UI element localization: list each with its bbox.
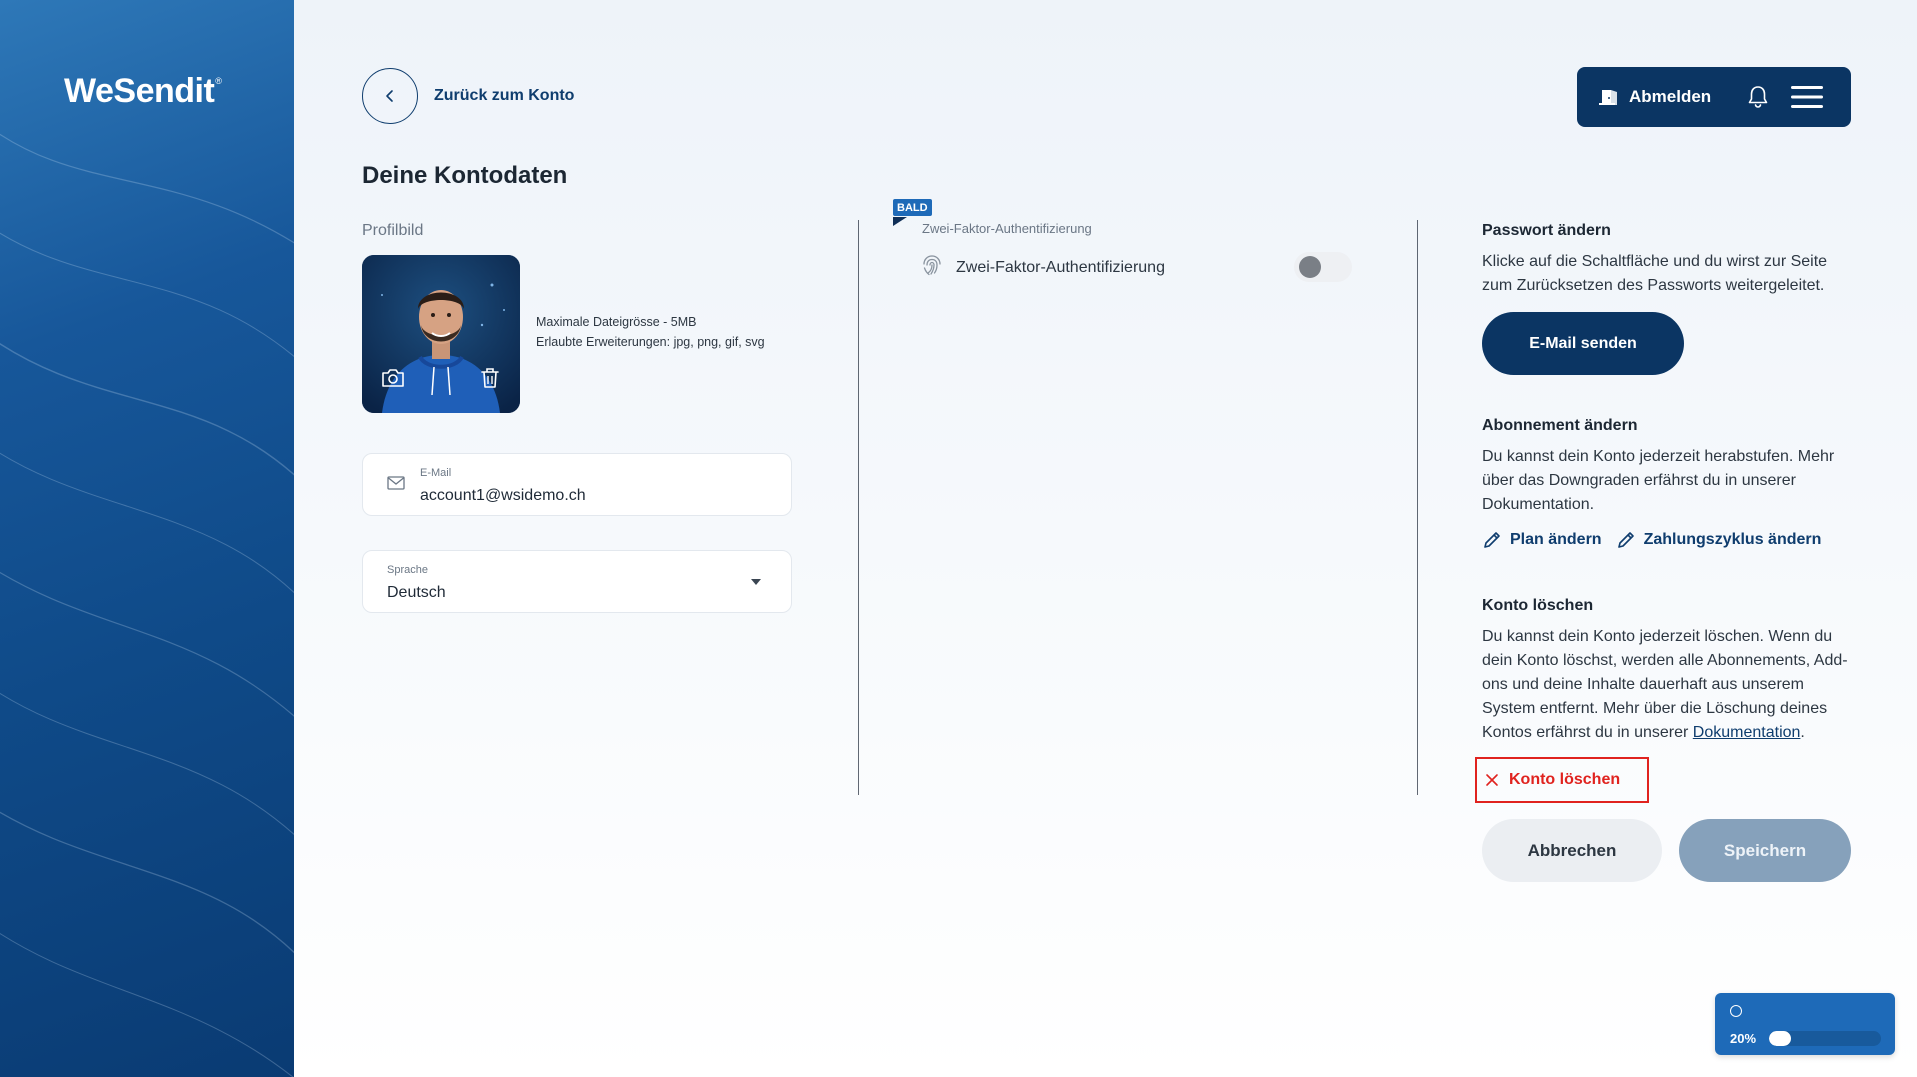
delete-account-label: Konto löschen xyxy=(1509,771,1621,788)
two-factor-label: Zwei-Faktor-Authentifizierung xyxy=(956,258,1165,276)
wave-background xyxy=(0,133,294,1077)
two-factor-row: Zwei-Faktor-Authentifizierung xyxy=(920,253,1165,282)
pencil-icon xyxy=(1617,532,1634,548)
status-circle-icon xyxy=(1730,1005,1742,1017)
column-divider-right xyxy=(1417,220,1418,795)
caret-down-icon xyxy=(751,579,761,585)
upload-progress-widget[interactable]: 20% xyxy=(1715,993,1895,1055)
back-label[interactable]: Zurück zum Konto xyxy=(434,87,574,105)
coming-soon-badge: BALD xyxy=(893,199,932,216)
language-value: Deutsch xyxy=(387,584,446,601)
toggle-knob xyxy=(1299,256,1321,278)
progress-percent: 20% xyxy=(1730,1031,1757,1046)
language-label: Sprache xyxy=(387,564,428,576)
documentation-link[interactable]: Dokumentation xyxy=(1693,724,1801,741)
badge-ribbon-tail xyxy=(893,217,907,226)
cancel-button[interactable]: Abbrechen xyxy=(1482,819,1662,882)
email-field[interactable]: E-Mail account1@wsidemo.ch xyxy=(362,453,792,516)
back-button[interactable] xyxy=(362,68,418,124)
envelope-icon xyxy=(387,476,405,495)
password-title: Passwort ändern xyxy=(1482,222,1611,239)
allowed-extensions: Erlaubte Erweiterungen: jpg, png, gif, s… xyxy=(536,335,765,349)
avatar[interactable] xyxy=(362,255,520,413)
top-action-bar: Abmelden xyxy=(1577,67,1851,127)
delete-account-section: Konto löschen Du kannst dein Konto jeder… xyxy=(1482,597,1854,745)
change-plan-label: Plan ändern xyxy=(1510,531,1602,548)
subscription-title: Abonnement ändern xyxy=(1482,417,1638,434)
subscription-text: Du kannst dein Konto jederzeit herabstuf… xyxy=(1482,448,1835,513)
bell-icon[interactable] xyxy=(1747,85,1769,109)
progress-bar-fill xyxy=(1769,1031,1792,1046)
close-icon xyxy=(1486,774,1498,786)
page-title: Deine Kontodaten xyxy=(362,162,568,189)
subscription-section: Abonnement ändern Du kannst dein Konto j… xyxy=(1482,417,1854,517)
password-text: Klicke auf die Schaltfläche und du wirst… xyxy=(1482,253,1828,294)
progress-bar xyxy=(1769,1031,1881,1046)
camera-icon[interactable] xyxy=(380,367,406,394)
change-billing-cycle-label: Zahlungszyklus ändern xyxy=(1643,531,1822,548)
main-content: Zurück zum Konto Abmelden Deine Kontodat… xyxy=(294,0,1917,1077)
delete-account-button[interactable]: Konto löschen xyxy=(1475,757,1649,803)
sidebar: WeSendit® xyxy=(0,0,294,1077)
max-file-size: Maximale Dateigrösse - 5MB xyxy=(536,315,697,329)
email-value[interactable]: account1@wsidemo.ch xyxy=(420,487,586,505)
column-divider-left xyxy=(858,220,859,795)
profile-picture-label: Profilbild xyxy=(362,222,424,239)
delete-account-text: Du kannst dein Konto jederzeit löschen. … xyxy=(1482,625,1854,745)
trash-icon[interactable] xyxy=(480,367,500,394)
pencil-icon xyxy=(1484,532,1500,548)
change-billing-cycle-link[interactable]: Zahlungszyklus ändern xyxy=(1616,530,1822,550)
fingerprint-icon xyxy=(920,253,944,282)
save-button[interactable]: Speichern xyxy=(1679,819,1851,882)
hamburger-menu-icon[interactable] xyxy=(1791,85,1824,109)
logout-label: Abmelden xyxy=(1629,87,1712,106)
language-select[interactable]: Sprache Deutsch xyxy=(362,550,792,613)
email-label: E-Mail xyxy=(420,467,452,479)
send-email-button[interactable]: E-Mail senden xyxy=(1482,312,1684,375)
file-requirements: Maximale Dateigrösse - 5MB Erlaubte Erwe… xyxy=(536,312,765,352)
password-section: Passwort ändern Klicke auf die Schaltflä… xyxy=(1482,222,1854,298)
back-to-account-link[interactable]: Zurück zum Konto xyxy=(362,68,574,124)
door-exit-icon xyxy=(1599,87,1621,107)
wesendit-logo[interactable]: WeSendit® xyxy=(64,72,222,111)
logout-button[interactable]: Abmelden xyxy=(1599,87,1711,107)
delete-account-text-end: . xyxy=(1800,724,1805,741)
subscription-links: Plan ändern Zahlungszyklus ändern xyxy=(1482,530,1835,550)
change-plan-link[interactable]: Plan ändern xyxy=(1482,530,1602,550)
two-factor-toggle[interactable] xyxy=(1294,252,1352,282)
chevron-left-icon xyxy=(386,90,393,102)
delete-account-title: Konto löschen xyxy=(1482,597,1594,614)
two-factor-section-label: Zwei-Faktor-Authentifizierung xyxy=(922,221,1092,236)
